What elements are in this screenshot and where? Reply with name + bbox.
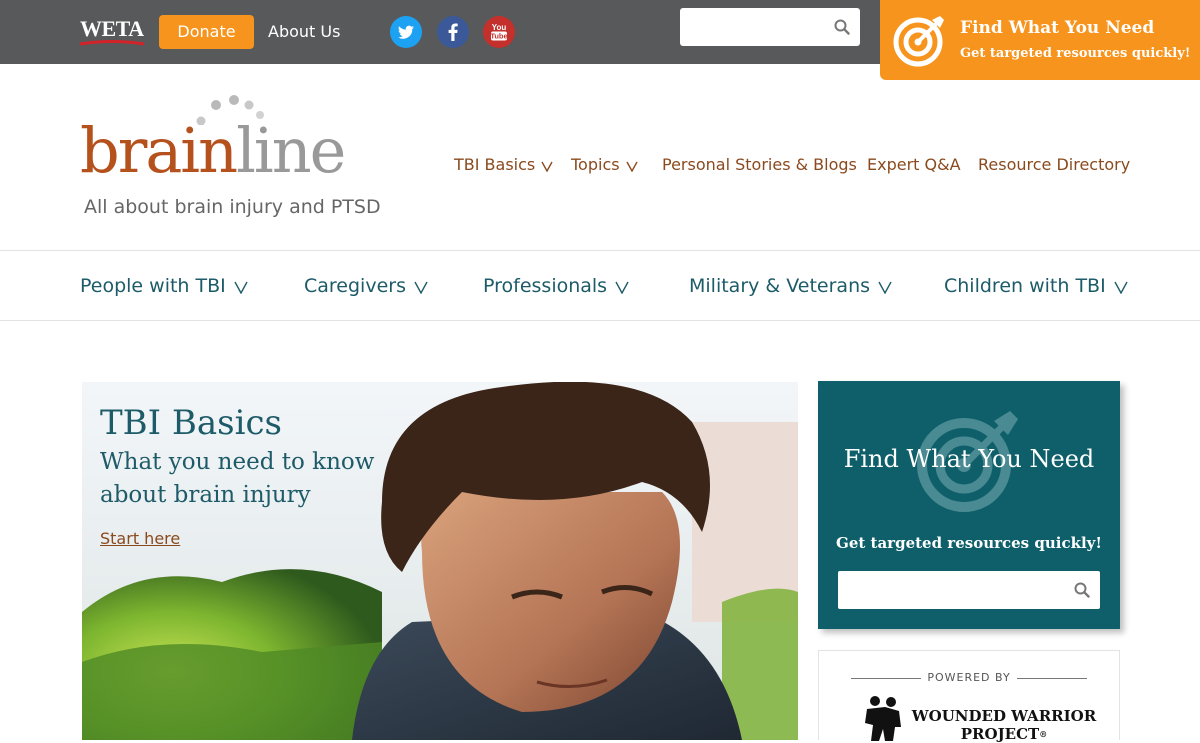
- nav-personal-stories[interactable]: Personal Stories & Blogs: [662, 153, 857, 177]
- chevron-down-icon: [625, 160, 638, 172]
- aud-nav-military-veterans[interactable]: Military & Veterans: [689, 272, 892, 300]
- brand-wordmark: brainline: [80, 114, 346, 187]
- svg-text:Tube: Tube: [490, 32, 507, 41]
- chevron-down-icon: [878, 280, 892, 294]
- tagline: All about brain injury and PTSD: [84, 196, 381, 218]
- find-what-you-need-banner[interactable]: Find What You Need Get targeted resource…: [880, 0, 1200, 80]
- nav-expert-qa[interactable]: Expert Q&A: [867, 153, 961, 177]
- aud-nav-professionals[interactable]: Professionals: [483, 272, 629, 300]
- twitter-icon[interactable]: [390, 16, 422, 48]
- powered-divider-right: [1017, 678, 1087, 679]
- chevron-down-icon: [1114, 280, 1128, 294]
- aud-nav-children-with-tbi[interactable]: Children with TBI: [944, 272, 1128, 300]
- weta-logo[interactable]: WETA: [80, 18, 144, 46]
- hero-subtitle: What you need to know about brain injury: [100, 449, 375, 508]
- side-search-input[interactable]: [838, 571, 1068, 609]
- nav-resource-directory[interactable]: Resource Directory: [978, 153, 1130, 177]
- hero-title: TBI Basics: [100, 403, 282, 443]
- chevron-down-icon: [541, 160, 553, 172]
- find-banner-title: Find What You Need: [960, 18, 1155, 38]
- wounded-warrior-logo-icon: [865, 696, 901, 741]
- aud-nav-caregivers[interactable]: Caregivers: [304, 272, 428, 300]
- search-icon[interactable]: [1074, 582, 1090, 598]
- find-banner-subtitle: Get targeted resources quickly!: [960, 46, 1191, 61]
- header-divider: [0, 250, 1200, 251]
- youtube-icon[interactable]: You Tube: [483, 16, 515, 48]
- side-search-box: [838, 571, 1100, 609]
- nav-topics[interactable]: Topics: [571, 153, 638, 177]
- top-search-input[interactable]: [680, 8, 830, 46]
- donate-button[interactable]: Donate: [159, 15, 254, 49]
- target-icon: [893, 16, 944, 67]
- nav-tbi-basics[interactable]: TBI Basics: [454, 153, 553, 177]
- side-box-title: Find What You Need: [843, 445, 1095, 473]
- search-icon[interactable]: [834, 19, 850, 35]
- find-what-you-need-box: Find What You Need Get targeted resource…: [818, 381, 1120, 629]
- chevron-down-icon: [234, 280, 248, 294]
- about-us-link[interactable]: About Us: [268, 22, 340, 42]
- weta-swoosh-icon: [80, 40, 144, 46]
- aud-nav-people-with-tbi[interactable]: People with TBI: [80, 272, 248, 300]
- hero-banner: TBI Basics What you need to know about b…: [82, 382, 798, 740]
- start-here-link[interactable]: Start here: [100, 529, 180, 549]
- chevron-down-icon: [414, 280, 428, 294]
- chevron-down-icon: [615, 280, 629, 294]
- powered-by-wounded-warrior[interactable]: POWERED BY WOUNDED WARRIOR PROJECT®: [818, 650, 1120, 743]
- audience-nav-divider: [0, 320, 1200, 321]
- facebook-icon[interactable]: [437, 16, 469, 48]
- side-box-subtitle: Get targeted resources quickly!: [836, 534, 1102, 552]
- wounded-warrior-wordmark: WOUNDED WARRIOR PROJECT®: [911, 707, 1097, 743]
- top-search-box: [680, 8, 860, 46]
